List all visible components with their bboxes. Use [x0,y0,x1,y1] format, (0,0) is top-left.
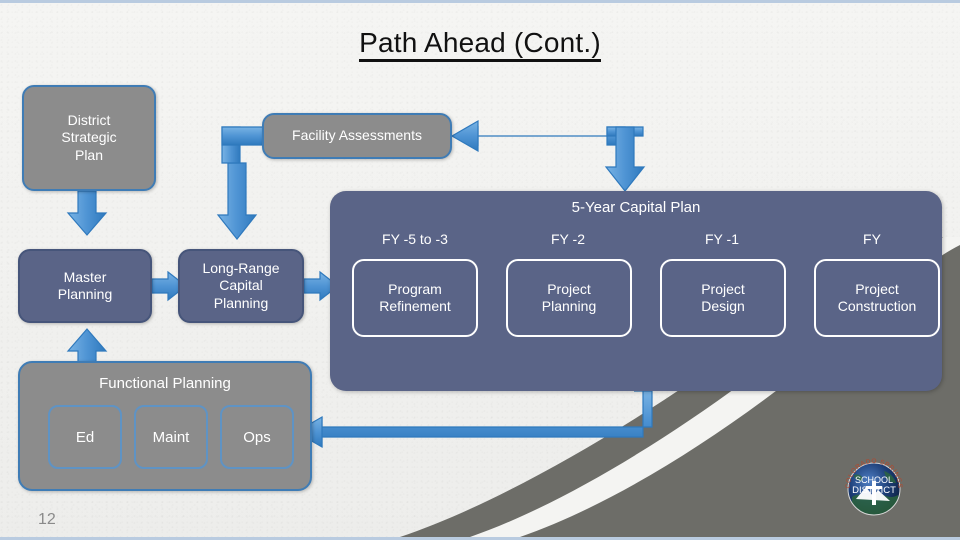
long-range-line2: Capital [219,277,263,294]
fy-label-1: FY -2 [551,231,585,247]
stage-2-line1: Project [701,280,745,297]
stage-3-line2: Construction [837,298,917,314]
facility-assessments-label: Facility Assessments [292,127,422,144]
long-range-line3: Planning [213,294,269,311]
district-strategic-plan-line2: Strategic [61,129,117,146]
logo-line1: SCHOOL [855,475,893,485]
stage-box-project-construction[interactable]: Project Construction [814,259,940,337]
functional-item-ed-label: Ed [75,428,95,446]
arrow-strategic-to-master [66,190,108,236]
stage-1-line2: Planning [541,298,597,314]
long-range-line1: Long-Range [202,259,280,276]
stage-2-line2: Design [701,298,745,314]
fy-label-0: FY -5 to -3 [382,231,448,247]
node-facility-assessments[interactable]: Facility Assessments [262,113,452,159]
functional-item-ed[interactable]: Ed [48,405,122,469]
stage-0-line2: Refinement [379,298,451,314]
fy-label-3: FY [863,231,881,247]
functional-planning-title: Functional Planning [99,375,231,392]
stage-1-line1: Project [547,280,591,297]
district-strategic-plan-line1: District [67,111,111,128]
connector-facility-left-stub [221,126,265,164]
slide-canvas: Path Ahead (Cont.) District Strategic Pl… [0,0,960,540]
stage-box-program-refinement[interactable]: Program Refinement [352,259,478,337]
fy-label-2: FY -1 [705,231,739,247]
node-master-planning[interactable]: Master Planning [18,249,152,323]
functional-item-ops-label: Ops [243,428,271,446]
functional-item-maint-label: Maint [152,428,190,446]
stage-box-project-planning[interactable]: Project Planning [506,259,632,337]
page-title: Path Ahead (Cont.) [0,27,960,62]
node-long-range-capital-planning[interactable]: Long-Range Capital Planning [178,249,304,323]
arrow-capitalplan-to-functional [294,390,653,449]
functional-item-ops[interactable]: Ops [220,405,294,469]
node-district-strategic-plan[interactable]: District Strategic Plan [22,85,156,191]
district-strategic-plan-line3: Plan [74,146,104,163]
arrow-facility-to-longrange [216,162,258,240]
panel-functional-planning: Functional Planning Ed Maint Ops [18,361,312,491]
master-planning-line2: Planning [57,286,113,302]
stage-0-line1: Program [388,280,442,297]
master-planning-line1: Master [63,268,107,285]
arrow-capitalplan-to-facility [450,119,646,192]
capital-plan-title: 5-Year Capital Plan [571,199,701,216]
school-district-logo-icon: COLORADO SPRINGS SCHOOL DISTRICT [845,458,902,516]
stage-box-project-design[interactable]: Project Design [660,259,786,337]
stage-3-line1: Project [855,280,899,297]
page-title-text: Path Ahead (Cont.) [359,27,601,62]
logo-line2: DISTRICT [852,485,896,496]
page-number: 12 [38,511,56,528]
panel-five-year-capital-plan: 5-Year Capital Plan FY -5 to -3 FY -2 FY… [330,191,942,391]
functional-item-maint[interactable]: Maint [134,405,208,469]
